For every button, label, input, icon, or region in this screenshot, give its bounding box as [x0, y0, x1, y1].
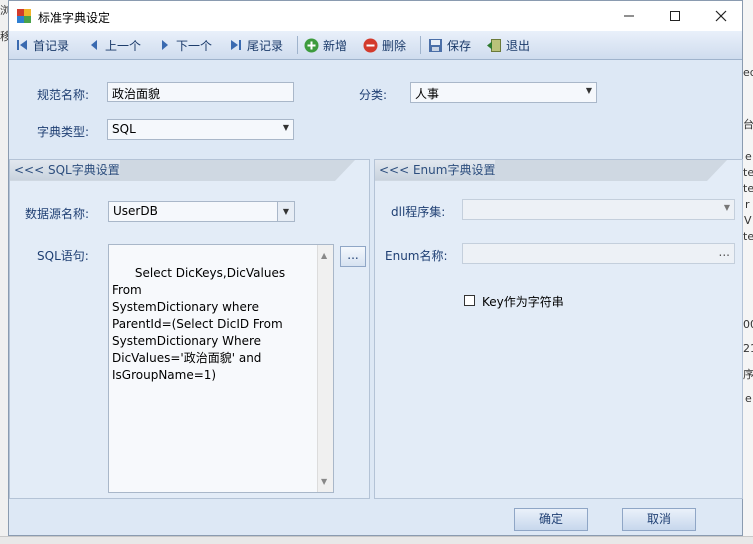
scroll-up-icon[interactable]: ▲: [321, 247, 327, 264]
enum-ellipsis-button[interactable]: ...: [719, 245, 730, 259]
previous-label: 上一个: [105, 38, 142, 53]
save-icon: [429, 38, 442, 52]
background-text: e: [745, 392, 752, 405]
previous-button[interactable]: 上一个: [87, 34, 141, 56]
delete-label: 删除: [382, 38, 407, 53]
next-icon: [162, 40, 168, 50]
window-title: 标准字典设定: [38, 11, 111, 25]
background-text: 台: [743, 118, 753, 131]
datasource-value: UserDB: [113, 204, 158, 218]
minimize-button[interactable]: [606, 1, 652, 31]
enum-name-label: Enum名称:: [385, 249, 448, 263]
scroll-down-icon[interactable]: ▼: [321, 473, 327, 490]
background-text: r: [745, 198, 750, 211]
key-as-string-checkbox[interactable]: [464, 295, 475, 306]
sql-panel-header[interactable]: <<< SQL字典设置: [10, 160, 120, 180]
exit-icon: [487, 38, 501, 52]
sql-ellipsis-button[interactable]: ...: [340, 246, 366, 267]
close-icon: [715, 10, 727, 22]
background-text: 21: [743, 342, 753, 355]
save-button[interactable]: 保存: [428, 34, 471, 56]
delete-button[interactable]: 删除: [363, 34, 406, 56]
dict-type-label: 字典类型:: [37, 125, 90, 139]
chevron-down-icon: ▼: [723, 203, 730, 212]
background-text: ed: [743, 66, 753, 79]
background-window-right: [743, 0, 753, 543]
toolbar-separator: [297, 36, 298, 54]
background-text: te: [743, 166, 753, 179]
first-record-label: 首记录: [33, 38, 70, 53]
maximize-icon: [670, 11, 680, 21]
chevron-down-icon[interactable]: ▼: [277, 202, 294, 221]
sql-text: Select DicKeys,DicValues From SystemDict…: [112, 266, 286, 382]
dll-select[interactable]: ▼: [462, 199, 735, 220]
enum-panel-header[interactable]: <<< Enum字典设置: [375, 160, 496, 180]
dll-label: dll程序集:: [391, 205, 446, 219]
chevron-down-icon: ▼: [282, 123, 289, 132]
category-label: 分类:: [359, 88, 388, 102]
background-text: 序: [743, 368, 753, 381]
cancel-button[interactable]: 取消: [622, 508, 696, 531]
datasource-select[interactable]: UserDB ▼: [108, 201, 295, 222]
category-select[interactable]: 人事 ▼: [410, 82, 597, 103]
first-record-icon: [17, 40, 27, 50]
add-icon: [304, 38, 319, 52]
background-text: te: [743, 230, 753, 243]
sql-textarea[interactable]: Select DicKeys,DicValues From SystemDict…: [108, 244, 334, 493]
chevron-down-icon: ▼: [585, 86, 592, 95]
toolbar-separator: [420, 36, 421, 54]
sql-scrollbar[interactable]: ▲ ▼: [317, 245, 333, 492]
last-record-button[interactable]: 尾记录: [229, 34, 283, 56]
background-text: 00: [743, 318, 753, 331]
dict-type-select[interactable]: SQL ▼: [107, 119, 294, 140]
delete-icon: [363, 38, 378, 52]
enum-name-field[interactable]: ...: [462, 243, 735, 264]
dialog-window: 标准字典设定 首记录 上一个 下一个 尾记录 新增 删除 保存 退出 规范名称:…: [8, 0, 743, 536]
title-bar[interactable]: 标准字典设定: [9, 1, 742, 31]
add-label: 新增: [323, 38, 348, 53]
app-icon: [17, 9, 31, 23]
save-label: 保存: [447, 38, 472, 53]
minimize-icon: [624, 15, 634, 17]
next-button[interactable]: 下一个: [158, 34, 212, 56]
first-record-button[interactable]: 首记录: [15, 34, 69, 56]
add-button[interactable]: 新增: [304, 34, 347, 56]
name-field[interactable]: 政治面貌: [107, 82, 294, 102]
previous-icon: [91, 40, 97, 50]
next-label: 下一个: [176, 38, 213, 53]
sql-label: SQL语句:: [37, 249, 89, 263]
maximize-button[interactable]: [652, 1, 698, 31]
name-label: 规范名称:: [37, 88, 90, 102]
close-button[interactable]: [698, 1, 744, 31]
ok-button[interactable]: 确定: [514, 508, 588, 531]
background-text: V: [744, 214, 752, 227]
dict-type-value: SQL: [112, 122, 136, 136]
last-record-label: 尾记录: [247, 38, 284, 53]
key-as-string-label[interactable]: Key作为字符串: [482, 293, 564, 310]
toolbar: 首记录 上一个 下一个 尾记录 新增 删除 保存 退出: [9, 31, 742, 60]
background-text: e: [745, 150, 752, 163]
exit-label: 退出: [506, 38, 531, 53]
last-record-icon: [231, 40, 241, 50]
sql-settings-panel: <<< SQL字典设置 数据源名称: UserDB ▼ SQL语句: Selec…: [9, 159, 370, 499]
datasource-label: 数据源名称:: [25, 207, 90, 221]
enum-settings-panel: <<< Enum字典设置 dll程序集: ▼ Enum名称: ... Key作为…: [374, 159, 743, 499]
background-text: te: [743, 182, 753, 195]
category-value: 人事: [415, 87, 440, 101]
exit-button[interactable]: 退出: [486, 34, 530, 56]
